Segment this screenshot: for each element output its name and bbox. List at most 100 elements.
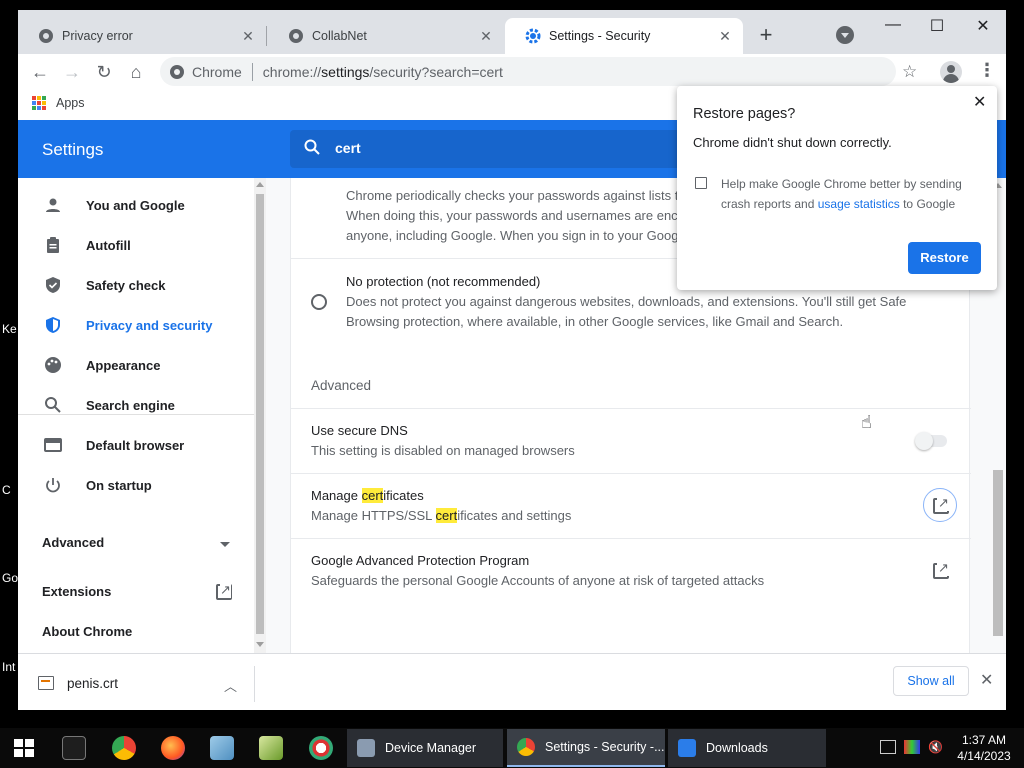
tab-separator — [266, 26, 267, 46]
close-tab-icon[interactable]: ✕ — [240, 28, 256, 44]
url-text: chrome://settings/security?search=cert — [262, 63, 503, 80]
tab-strip: Privacy error ✕ CollabNet ✕ Settings - S… — [18, 10, 1006, 54]
desktop-icon-label: Go — [2, 571, 19, 585]
maximize-icon[interactable]: ☐ — [922, 16, 952, 36]
certificate-file-icon — [38, 676, 54, 690]
chevron-up-icon[interactable]: ︿ — [224, 676, 237, 695]
scroll-up-arrow-icon[interactable] — [256, 182, 264, 187]
omnibox[interactable]: Chrome chrome://settings/security?search… — [160, 57, 896, 86]
secure-dns-toggle[interactable] — [915, 432, 947, 450]
desktop-icon-label: Int — [2, 660, 16, 674]
settings-search-field[interactable]: cert — [290, 130, 710, 168]
paint-icon[interactable] — [309, 736, 333, 760]
close-icon[interactable]: ✕ — [973, 92, 986, 112]
windows-start-icon[interactable] — [14, 739, 34, 757]
scrollbar-thumb[interactable] — [256, 194, 264, 634]
tab-privacy-error[interactable]: Privacy error ✕ — [18, 18, 266, 54]
sidebar-item-label: You and Google — [86, 198, 185, 213]
sidebar-extensions-link[interactable]: Extensions — [42, 584, 111, 599]
chrome-icon[interactable] — [112, 736, 136, 760]
close-tab-icon[interactable]: ✕ — [478, 28, 494, 44]
sidebar-item-label: Safety check — [86, 278, 166, 293]
external-link-icon[interactable] — [933, 560, 950, 579]
chrome-icon — [170, 64, 184, 79]
manage-certificates-title[interactable]: Manage certificates — [311, 488, 424, 503]
tab-title: CollabNet — [312, 29, 367, 43]
external-link-icon[interactable] — [216, 582, 232, 600]
sidebar-scrollbar[interactable] — [254, 178, 266, 653]
clipboard-icon — [44, 236, 62, 254]
taskbar-device-manager[interactable]: Device Manager — [347, 729, 503, 767]
network-icon[interactable] — [880, 740, 896, 754]
download-filename[interactable]: penis.crt — [67, 676, 118, 691]
firefox-icon[interactable] — [161, 736, 185, 760]
external-link-icon[interactable] — [933, 495, 950, 514]
reload-icon[interactable]: ↻ — [94, 62, 114, 82]
taskbar-downloads[interactable]: Downloads — [668, 729, 826, 767]
chevron-down-icon[interactable] — [220, 542, 230, 547]
sidebar-item-default-browser[interactable]: Default browser — [18, 426, 266, 466]
sidebar-item-on-startup[interactable]: On startup — [18, 466, 266, 506]
no-protection-description: Browsing protection, where available, in… — [346, 314, 844, 329]
forward-icon[interactable]: → — [62, 62, 82, 82]
apps-bookmark[interactable]: Apps — [56, 96, 85, 110]
restore-button[interactable]: Restore — [908, 242, 981, 274]
sidebar-advanced[interactable]: Advanced — [42, 535, 104, 550]
back-icon[interactable]: ← — [30, 62, 50, 82]
display-icon[interactable] — [904, 740, 920, 754]
menu-kebab-icon[interactable]: ⋮ — [978, 60, 996, 81]
notepad-icon[interactable] — [210, 736, 234, 760]
search-icon — [304, 139, 320, 160]
crash-report-checkbox[interactable] — [695, 177, 707, 189]
show-all-button[interactable]: Show all — [893, 666, 969, 696]
scroll-down-arrow-icon[interactable] — [256, 642, 264, 647]
search-input[interactable]: cert — [335, 140, 361, 156]
sidebar-item-safety-check[interactable]: Safety check — [18, 266, 266, 306]
new-tab-icon[interactable]: + — [754, 24, 778, 48]
usage-statistics-link[interactable]: usage statistics — [818, 197, 900, 211]
tab-collabnet[interactable]: CollabNet ✕ — [268, 18, 504, 54]
terminal-icon[interactable] — [62, 736, 86, 760]
row-divider — [291, 408, 971, 409]
taskbar-button-label: Downloads — [706, 741, 768, 755]
close-icon[interactable]: ✕ — [980, 670, 993, 690]
no-protection-description: Does not protect you against dangerous w… — [346, 294, 907, 309]
tab-settings-security[interactable]: Settings - Security ✕ — [505, 18, 743, 54]
close-tab-icon[interactable]: ✕ — [717, 28, 733, 44]
no-protection-radio[interactable] — [311, 294, 327, 310]
profile-avatar-icon[interactable] — [940, 61, 962, 83]
secure-dns-description: This setting is disabled on managed brow… — [311, 443, 575, 458]
bookmark-star-icon[interactable]: ☆ — [902, 62, 917, 82]
omnibox-chip: Chrome — [192, 63, 242, 80]
advanced-protection-title[interactable]: Google Advanced Protection Program — [311, 553, 529, 568]
sidebar-item-label: Autofill — [86, 238, 131, 253]
desktop-icon-label: Ke — [2, 322, 17, 336]
sidebar-about-chrome[interactable]: About Chrome — [42, 624, 132, 639]
downloads-folder-icon — [678, 739, 696, 757]
sidebar-item-autofill[interactable]: Autofill — [18, 226, 266, 266]
sidebar-item-you-and-google[interactable]: You and Google — [18, 186, 266, 226]
manage-certificates-description: Manage HTTPS/SSL certificates and settin… — [311, 508, 572, 523]
row-divider — [291, 538, 971, 539]
spreadsheet-icon[interactable] — [259, 736, 283, 760]
sidebar-item-appearance[interactable]: Appearance — [18, 346, 266, 386]
close-window-icon[interactable]: ✕ — [968, 16, 998, 36]
sidebar-item-label: On startup — [86, 478, 152, 493]
no-protection-title: No protection (not recommended) — [346, 274, 541, 289]
volume-muted-icon[interactable]: 🔇 — [928, 740, 944, 754]
minimize-icon[interactable]: — — [878, 16, 908, 34]
sidebar-divider — [18, 414, 254, 415]
sidebar-item-search-engine[interactable]: Search engine — [18, 386, 266, 426]
system-clock[interactable]: 1:37 AM 4/14/2023 — [954, 732, 1014, 764]
sidebar-item-label: Search engine — [86, 398, 175, 413]
secure-dns-title: Use secure DNS — [311, 423, 408, 438]
taskbar-settings-security[interactable]: Settings - Security -... — [507, 729, 665, 767]
sidebar-item-label: Default browser — [86, 438, 185, 453]
sidebar-item-privacy-and-security[interactable]: Privacy and security — [18, 306, 266, 346]
home-icon[interactable]: ⌂ — [126, 62, 146, 82]
tab-title: Settings - Security — [549, 29, 651, 43]
search-icon — [44, 396, 62, 414]
tab-search-icon[interactable] — [836, 26, 854, 44]
advanced-protection-description: Safeguards the personal Google Accounts … — [311, 573, 765, 588]
scrollbar-thumb[interactable] — [993, 470, 1003, 636]
